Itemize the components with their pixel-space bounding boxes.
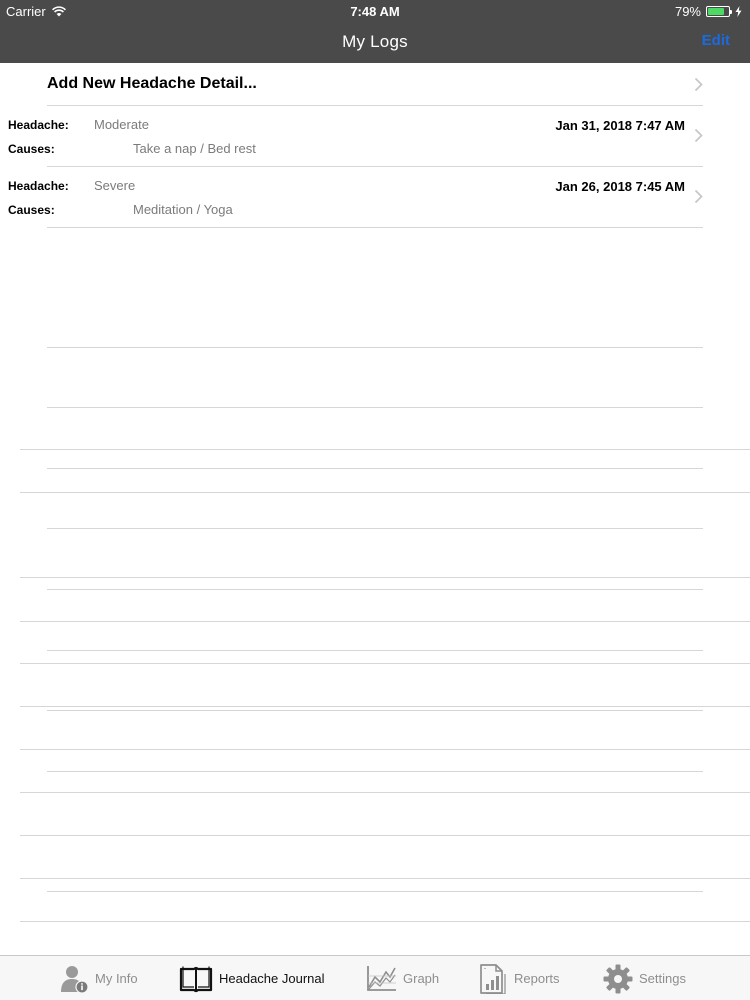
empty-row-separator xyxy=(20,663,750,664)
row-separator xyxy=(47,227,703,228)
navigation-bar: Carrier 7:48 AM 79% My Logs Edit xyxy=(0,0,750,63)
add-new-headache-label: Add New Headache Detail... xyxy=(47,75,257,92)
causes-key: Causes: xyxy=(8,203,55,217)
status-time: 7:48 AM xyxy=(350,4,400,19)
charging-bolt-icon xyxy=(735,6,742,17)
empty-row-separator xyxy=(20,835,750,836)
log-date: Jan 26, 2018 7:45 AM xyxy=(555,179,685,194)
empty-row-separator xyxy=(47,710,703,711)
report-document-icon xyxy=(480,963,506,994)
battery-fill xyxy=(708,8,724,15)
headache-severity: Moderate xyxy=(94,117,149,132)
battery-icon xyxy=(706,6,732,17)
empty-row-separator xyxy=(47,589,703,590)
page-title: My Logs xyxy=(342,32,408,51)
empty-row-separator xyxy=(47,347,703,348)
user-info-icon xyxy=(61,965,89,994)
tab-label: Graph xyxy=(403,971,440,986)
empty-row-separator xyxy=(47,891,703,892)
tab-label: Settings xyxy=(639,971,686,986)
status-bar: Carrier 7:48 AM 79% xyxy=(0,0,750,22)
tab-settings[interactable]: Settings xyxy=(603,956,686,1000)
chevron-right-icon xyxy=(694,189,703,204)
tab-reports[interactable]: Reports xyxy=(479,956,560,1000)
gear-icon xyxy=(603,964,633,993)
chevron-right-icon xyxy=(694,77,703,92)
causes-key: Causes: xyxy=(8,142,55,156)
battery-indicator: 79% xyxy=(675,4,742,19)
add-new-headache-row[interactable]: Add New Headache Detail... xyxy=(0,63,750,106)
headache-severity: Severe xyxy=(94,178,136,193)
log-entry-row[interactable]: Headache: Severe Jan 26, 2018 7:45 AM Ca… xyxy=(0,167,750,228)
empty-row-separator xyxy=(20,878,750,879)
log-causes: Meditation / Yoga xyxy=(133,202,233,217)
tab-my-info[interactable]: My Info xyxy=(60,956,138,1000)
empty-row-separator xyxy=(20,577,750,578)
tab-headache-journal[interactable]: Headache Journal xyxy=(179,956,325,1000)
empty-row-separator xyxy=(47,650,703,651)
log-entry-row[interactable]: Headache: Moderate Jan 31, 2018 7:47 AM … xyxy=(0,106,750,167)
empty-row-separator xyxy=(20,749,750,750)
tab-bar: My Info Headache Journal Graph Reports S… xyxy=(0,955,750,1000)
battery-percent: 79% xyxy=(674,4,701,19)
empty-row-separator xyxy=(20,706,750,707)
headache-key: Headache: xyxy=(8,118,69,132)
empty-row-separator xyxy=(47,468,703,469)
line-graph-icon xyxy=(367,966,396,991)
log-date: Jan 31, 2018 7:47 AM xyxy=(555,118,685,133)
empty-row-separator xyxy=(47,407,703,408)
tab-label: Headache Journal xyxy=(219,971,325,986)
headache-key: Headache: xyxy=(8,179,69,193)
empty-row-separator xyxy=(20,492,750,493)
open-book-icon xyxy=(179,966,213,992)
empty-row-separator xyxy=(20,921,750,922)
log-causes: Take a nap / Bed rest xyxy=(133,141,256,156)
tab-label: Reports xyxy=(514,971,560,986)
empty-row-separator xyxy=(47,528,703,529)
tab-label: My Info xyxy=(95,971,138,986)
chevron-right-icon xyxy=(694,128,703,143)
edit-button[interactable]: Edit xyxy=(702,32,730,49)
empty-row-separator xyxy=(20,621,750,622)
empty-row-separator xyxy=(20,449,750,450)
empty-row-separator xyxy=(20,792,750,793)
logs-list: Add New Headache Detail... Headache: Mod… xyxy=(0,63,750,955)
tab-graph[interactable]: Graph xyxy=(366,956,439,1000)
empty-row-separator xyxy=(47,771,703,772)
